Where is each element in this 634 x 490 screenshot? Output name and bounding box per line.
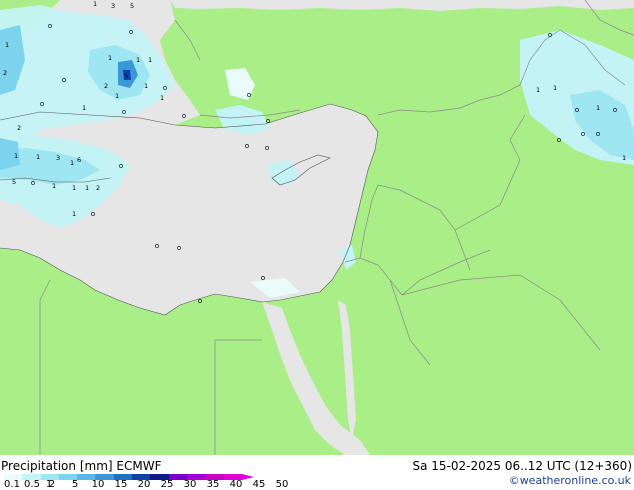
map-value: 3 (111, 2, 115, 10)
scale-tick-label: 0.1 (4, 479, 20, 490)
map-value: 5 (12, 178, 16, 186)
scale-tick-label: 10 (91, 479, 105, 490)
map-value: 2 (3, 69, 7, 77)
map-value: 1 (36, 153, 40, 161)
scale-tick-label: 15 (114, 479, 128, 490)
model-label: ECMWF (116, 459, 162, 473)
footer-bar: Precipitation [mm] ECMWF Sa 15-02-2025 0… (0, 455, 634, 490)
valid-time: Sa 15-02-2025 06..12 UTC (12+360) (412, 459, 632, 473)
credit-link[interactable]: ©weatheronline.co.uk (509, 474, 631, 487)
map-value: 1 (14, 152, 18, 160)
map-value: 1 (93, 0, 97, 8)
scale-tick-label: 2 (48, 479, 56, 490)
map-value: 2 (96, 184, 100, 192)
scale-tick-label: 5 (71, 479, 79, 490)
map-value: 5 (130, 2, 134, 10)
map-value: 1 (72, 184, 76, 192)
scale-tick-label: 50 (275, 479, 289, 490)
map-value: 1 (622, 154, 626, 162)
map-value: 1 (5, 41, 9, 49)
color-scale-ticks: 0.1 0.5 1 2 5 10 15 20 25 30 35 40 45 50 (0, 480, 340, 490)
scale-tick-label: 30 (183, 479, 197, 490)
legend-title: Precipitation [mm] ECMWF (1, 459, 161, 473)
map-value: 6 (77, 156, 81, 164)
map-value: 1 (160, 94, 164, 102)
precipitation-map: 1 3 5 1 1 2 1 5 2 1 1 1 2 1 3 1 6 1 5 1 … (0, 0, 634, 455)
map-value: 1 (144, 82, 148, 90)
map-value: 1 (596, 104, 600, 112)
map-value: 1 (72, 210, 76, 218)
scale-tick-label: 40 (229, 479, 243, 490)
map-value: 1 (85, 184, 89, 192)
map-value: 2 (17, 124, 21, 132)
scale-tick-label: 20 (137, 479, 151, 490)
product-label: Precipitation [mm] (1, 459, 113, 473)
scale-tick-label: 35 (206, 479, 220, 490)
map-value: 5 (124, 72, 128, 80)
scale-tick-label: 25 (160, 479, 174, 490)
map-value: 1 (136, 56, 140, 64)
map-value: 2 (104, 82, 108, 90)
map-value: 1 (52, 182, 56, 190)
map-value: 3 (56, 154, 60, 162)
scale-tick-label: 45 (252, 479, 266, 490)
map-value: 1 (536, 86, 540, 94)
map-value: 1 (553, 84, 557, 92)
map-value: 1 (82, 104, 86, 112)
map-value: 1 (148, 56, 152, 64)
map-value: 1 (108, 54, 112, 62)
map-value: 1 (70, 159, 74, 167)
scale-tick-label: 0.5 (24, 479, 40, 490)
map-value: 1 (115, 92, 119, 100)
